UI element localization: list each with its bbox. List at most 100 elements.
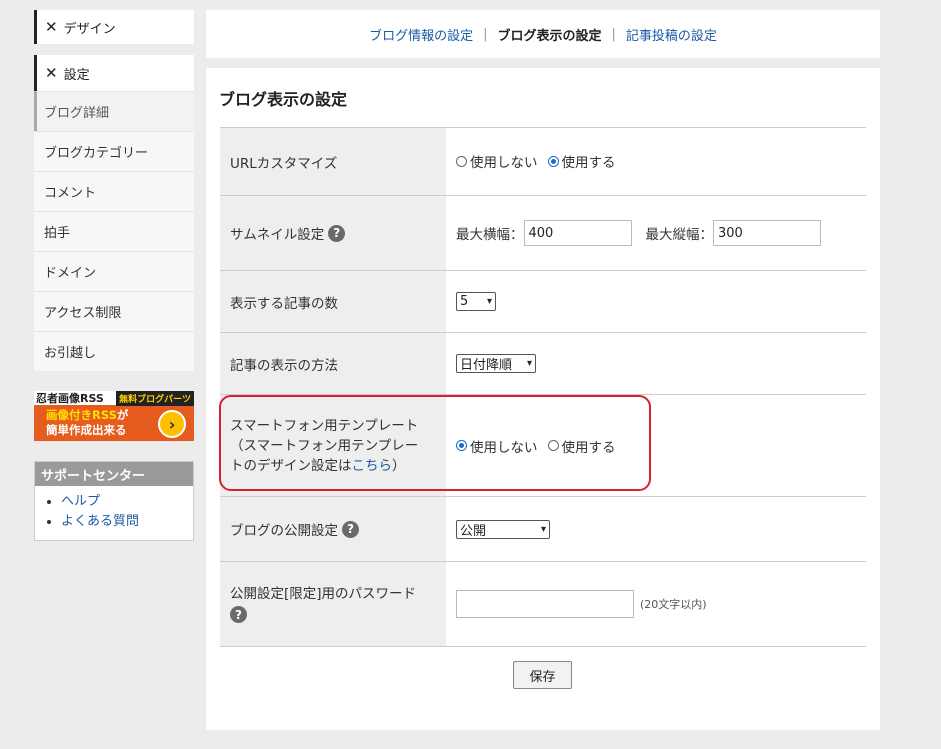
chevron-down-icon: ▾	[486, 296, 492, 307]
banner-line1-a: 画像付き	[46, 408, 92, 422]
url-customize-off-radio[interactable]: 使用しない	[456, 151, 538, 171]
tab-post-settings[interactable]: 記事投稿の設定	[626, 25, 717, 44]
tab-separator: |	[611, 26, 616, 42]
banner-text: 画像付きRSSが 簡単作成出来る	[46, 408, 128, 438]
smartphone-template-options: 使用しない 使用する	[446, 395, 866, 496]
table-row: スマートフォン用テンプレート （スマートフォン用テンプレー トのデザイン設定はこ…	[220, 395, 866, 497]
thumbnail-label-cell: サムネイル設定 ?	[220, 196, 446, 270]
tab-blog-display[interactable]: ブログ表示の設定	[497, 25, 601, 44]
visibility-select[interactable]: 公開 ▾	[456, 519, 550, 539]
sidebar-item-label: コメント	[44, 186, 97, 201]
table-row: URLカスタマイズ 使用しない 使用する	[220, 128, 866, 196]
save-button[interactable]: 保存	[513, 661, 572, 689]
post-order-label: 記事の表示の方法	[220, 333, 446, 394]
visibility-label-cell: ブログの公開設定 ?	[220, 497, 446, 561]
tools-icon: ✕	[45, 63, 58, 82]
tools-icon: ✕	[45, 17, 58, 36]
radio-label: 使用する	[561, 439, 616, 456]
chevron-right-icon: ›	[158, 410, 186, 438]
banner-line2: 簡単作成出来る	[46, 423, 127, 437]
list-item: ヘルプ	[61, 492, 193, 512]
faq-link[interactable]: よくある質問	[61, 514, 139, 529]
sidebar-item-domain[interactable]: ドメイン	[34, 251, 194, 291]
chevron-down-icon: ▾	[540, 523, 546, 535]
settings-table: URLカスタマイズ 使用しない 使用する サムネイル設定 ? 最大横幅： 400…	[220, 127, 866, 647]
max-width-label: 最大横幅：	[456, 227, 524, 243]
banner-line1-b: RSS	[92, 408, 117, 422]
max-width-input[interactable]: 400	[523, 220, 632, 246]
sidebar-item-blog-detail[interactable]: ブログ詳細	[34, 91, 194, 131]
radio-circle	[547, 440, 559, 451]
sidebar-item-label: アクセス制限	[44, 306, 122, 321]
post-order-select[interactable]: 日付降順 ▾	[456, 354, 536, 373]
label-text: ）	[392, 457, 406, 474]
post-count-cell: 5 ▾	[446, 271, 866, 332]
help-icon[interactable]: ?	[328, 224, 346, 242]
post-count-label: 表示する記事の数	[220, 271, 446, 332]
label-text: トのデザイン設定は	[230, 457, 352, 474]
max-height-input[interactable]: 300	[713, 220, 821, 246]
max-height-label: 最大縦幅：	[645, 227, 714, 243]
url-customize-options: 使用しない 使用する	[446, 128, 866, 195]
table-row: 表示する記事の数 5 ▾	[220, 271, 866, 333]
smartphone-template-label-3: トのデザイン設定はこちら）	[230, 456, 418, 476]
help-link[interactable]: ヘルプ	[61, 494, 100, 509]
banner-line1-c: が	[116, 408, 129, 422]
thumbnail-label: サムネイル設定	[230, 227, 325, 243]
smartphone-template-label-2: （スマートフォン用テンプレー	[230, 437, 419, 454]
password-cell: (20文字以内)	[446, 562, 866, 646]
select-value: 公開	[460, 523, 487, 539]
visibility-cell: 公開 ▾	[446, 497, 866, 561]
post-count-select[interactable]: 5 ▾	[456, 292, 496, 311]
tab-blog-info[interactable]: ブログ情報の設定	[369, 25, 473, 44]
sidebar-item-moving[interactable]: お引越し	[34, 331, 194, 371]
page-title: ブログ表示の設定	[219, 90, 348, 109]
banner-free-tag: 無料ブログパーツ	[116, 391, 194, 406]
table-row: 記事の表示の方法 日付降順 ▾	[220, 333, 866, 395]
password-input[interactable]	[456, 590, 634, 618]
radio-circle	[456, 440, 467, 451]
password-label-cell: 公開設定[限定]用のパスワード ?	[220, 562, 446, 646]
sidebar: ✕ デザイン ✕ 設定 ブログ詳細 ブログカテゴリー コメント 拍手 ドメイン …	[34, 10, 194, 541]
radio-circle	[456, 155, 467, 167]
sidebar-item-label: ドメイン	[44, 266, 97, 281]
smartphone-design-link[interactable]: こちら	[352, 458, 393, 474]
sidebar-item-label: 拍手	[44, 226, 71, 241]
password-note: (20文字以内)	[640, 598, 707, 611]
main-panel: ブログ表示の設定 URLカスタマイズ 使用しない 使用する サムネイル設定 ? …	[206, 68, 880, 730]
support-center: サポートセンター ヘルプ よくある質問	[34, 461, 194, 541]
tab-separator: |	[483, 26, 488, 42]
radio-label: 使用しない	[470, 155, 538, 171]
sidebar-item-label: ブログ詳細	[44, 106, 110, 121]
table-row: 公開設定[限定]用のパスワード ? (20文字以内)	[220, 562, 866, 647]
support-links: ヘルプ よくある質問	[35, 492, 193, 532]
list-item: よくある質問	[61, 512, 193, 532]
sidebar-settings-header[interactable]: ✕ 設定	[34, 55, 194, 91]
sidebar-settings-label: 設定	[63, 67, 90, 83]
smartphone-on-radio[interactable]: 使用する	[547, 436, 616, 456]
radio-label: 使用しない	[470, 439, 538, 456]
help-icon[interactable]: ?	[342, 520, 359, 538]
sidebar-item-comment[interactable]: コメント	[34, 171, 194, 211]
table-row: サムネイル設定 ? 最大横幅： 400 最大縦幅： 300	[220, 196, 866, 271]
table-row: ブログの公開設定 ? 公開 ▾	[220, 497, 866, 562]
smartphone-template-label: スマートフォン用テンプレート	[230, 417, 419, 434]
help-icon[interactable]: ?	[230, 606, 247, 623]
sidebar-item-label: お引越し	[44, 346, 97, 361]
password-label: 公開設定[限定]用のパスワード	[230, 586, 417, 602]
url-customize-on-radio[interactable]: 使用する	[547, 151, 616, 171]
visibility-label: ブログの公開設定	[230, 523, 338, 539]
banner-top: 忍者画像RSS 無料ブログパーツ	[34, 391, 194, 406]
smartphone-template-label-cell: スマートフォン用テンプレート （スマートフォン用テンプレー トのデザイン設定はこ…	[220, 395, 446, 496]
radio-circle	[547, 155, 559, 167]
select-value: 5	[460, 294, 469, 309]
sidebar-item-applause[interactable]: 拍手	[34, 211, 194, 251]
radio-label: 使用する	[561, 155, 616, 171]
sidebar-item-label: ブログカテゴリー	[44, 146, 149, 161]
sidebar-design-label: デザイン	[63, 21, 116, 37]
sidebar-item-blog-category[interactable]: ブログカテゴリー	[34, 131, 194, 171]
smartphone-off-radio[interactable]: 使用しない	[456, 436, 538, 456]
rss-banner[interactable]: 忍者画像RSS 無料ブログパーツ 画像付きRSSが 簡単作成出来る ›	[34, 391, 194, 441]
sidebar-item-access-limit[interactable]: アクセス制限	[34, 291, 194, 331]
sidebar-design-header[interactable]: ✕ デザイン	[34, 10, 194, 44]
